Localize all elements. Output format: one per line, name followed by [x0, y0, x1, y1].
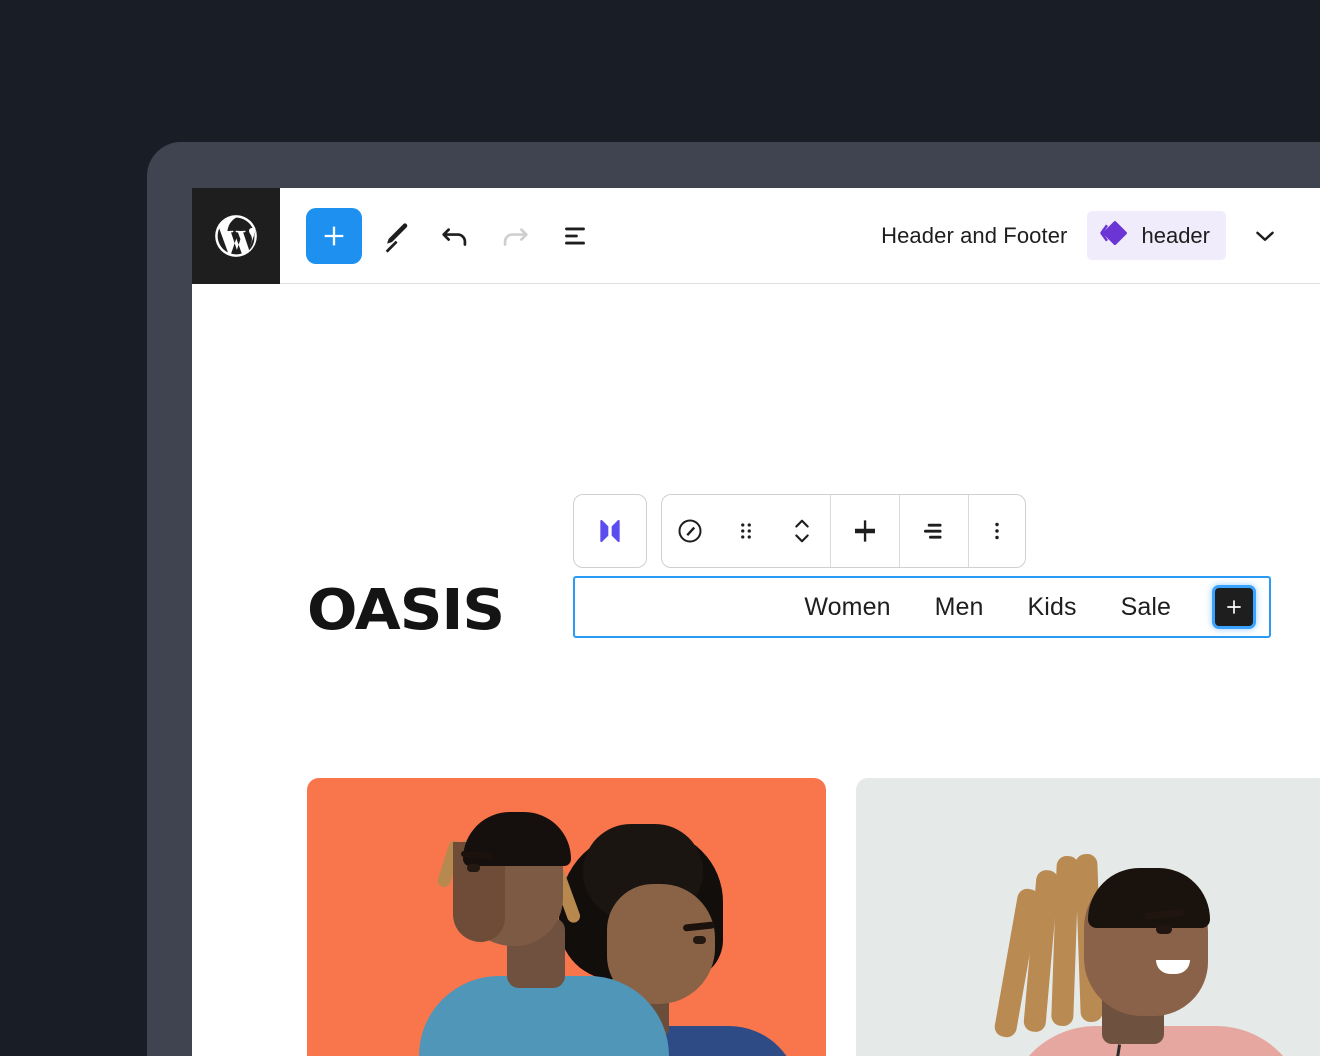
figure-shape	[1156, 925, 1172, 934]
align-lines-icon	[924, 523, 942, 539]
redo-button[interactable]	[488, 209, 542, 263]
window-title-bar	[147, 142, 1320, 188]
list-view-button[interactable]	[548, 209, 602, 263]
block-toolbar-segment-block	[662, 495, 831, 567]
figure-shape	[467, 864, 480, 872]
list-view-icon	[565, 227, 585, 244]
toolbar-left-controls	[280, 207, 602, 264]
figure-shape	[1051, 855, 1079, 1027]
site-editor: Header and Footer header OASIS Women Men…	[192, 188, 1320, 1056]
redo-arrow-icon	[503, 227, 528, 246]
block-toolbar-segment-align	[900, 495, 969, 567]
figure-shape	[419, 976, 669, 1056]
chevron-up-down-icon	[795, 519, 809, 543]
navigation-compass-icon	[678, 519, 702, 543]
template-part-badge-label: header	[1141, 222, 1210, 248]
document-title: Header and Footer	[881, 222, 1068, 248]
block-toolbar-segment-more	[969, 495, 1025, 567]
template-part-badge[interactable]: header	[1087, 211, 1226, 260]
navigation-block[interactable]: Women Men Kids Sale	[573, 576, 1271, 638]
row-block-icon	[600, 519, 620, 543]
template-part-diamond-icon	[1099, 218, 1129, 253]
plus-icon	[1227, 600, 1241, 614]
screenshot-stage: Header and Footer header OASIS Women Men…	[0, 0, 1320, 1056]
site-logo-text: OASIS	[307, 578, 505, 643]
block-toolbar-segment-justify	[831, 495, 900, 567]
add-block-inserter[interactable]	[306, 207, 362, 264]
image-card-orange[interactable]	[307, 778, 826, 1056]
nav-block-appender[interactable]	[1215, 588, 1253, 626]
more-options-button[interactable]	[969, 495, 1025, 567]
undo-button[interactable]	[428, 209, 482, 263]
toolbar-right-controls: Header and Footer header	[881, 211, 1320, 261]
align-text-button[interactable]	[900, 495, 968, 567]
plus-icon	[324, 226, 344, 245]
document-dropdown-button[interactable]	[1240, 211, 1290, 261]
pencil-icon	[385, 222, 408, 252]
block-toolbar	[573, 494, 1026, 568]
edit-tool-button[interactable]	[368, 209, 422, 263]
image-card-gray[interactable]	[856, 778, 1320, 1056]
nav-item-women[interactable]: Women	[804, 593, 890, 622]
wordpress-logo-icon	[211, 211, 261, 261]
block-toolbar-group	[661, 494, 1026, 568]
navigation-list: Women Men Kids Sale	[804, 593, 1171, 622]
drag-dots-icon	[741, 523, 751, 539]
justify-items-button[interactable]	[831, 495, 899, 567]
figure-shape	[693, 936, 706, 944]
drag-handle-button[interactable]	[718, 495, 774, 567]
editor-header-toolbar: Header and Footer header	[192, 188, 1320, 284]
wordpress-logo-button[interactable]	[192, 188, 280, 284]
nav-item-sale[interactable]: Sale	[1121, 593, 1171, 622]
nav-item-kids[interactable]: Kids	[1028, 593, 1077, 622]
vertical-ellipsis-icon	[995, 522, 999, 540]
image-card-row	[192, 778, 1320, 1056]
undo-arrow-icon	[442, 227, 467, 246]
move-up-down-button[interactable]	[774, 495, 830, 567]
chevron-down-icon	[1256, 231, 1274, 241]
block-type-navigation-button[interactable]	[662, 495, 718, 567]
nav-item-men[interactable]: Men	[935, 593, 984, 622]
editor-canvas: OASIS Women Men Kids Sale	[192, 284, 1320, 1056]
justify-plus-icon	[855, 520, 875, 542]
parent-row-block-button[interactable]	[573, 494, 647, 568]
